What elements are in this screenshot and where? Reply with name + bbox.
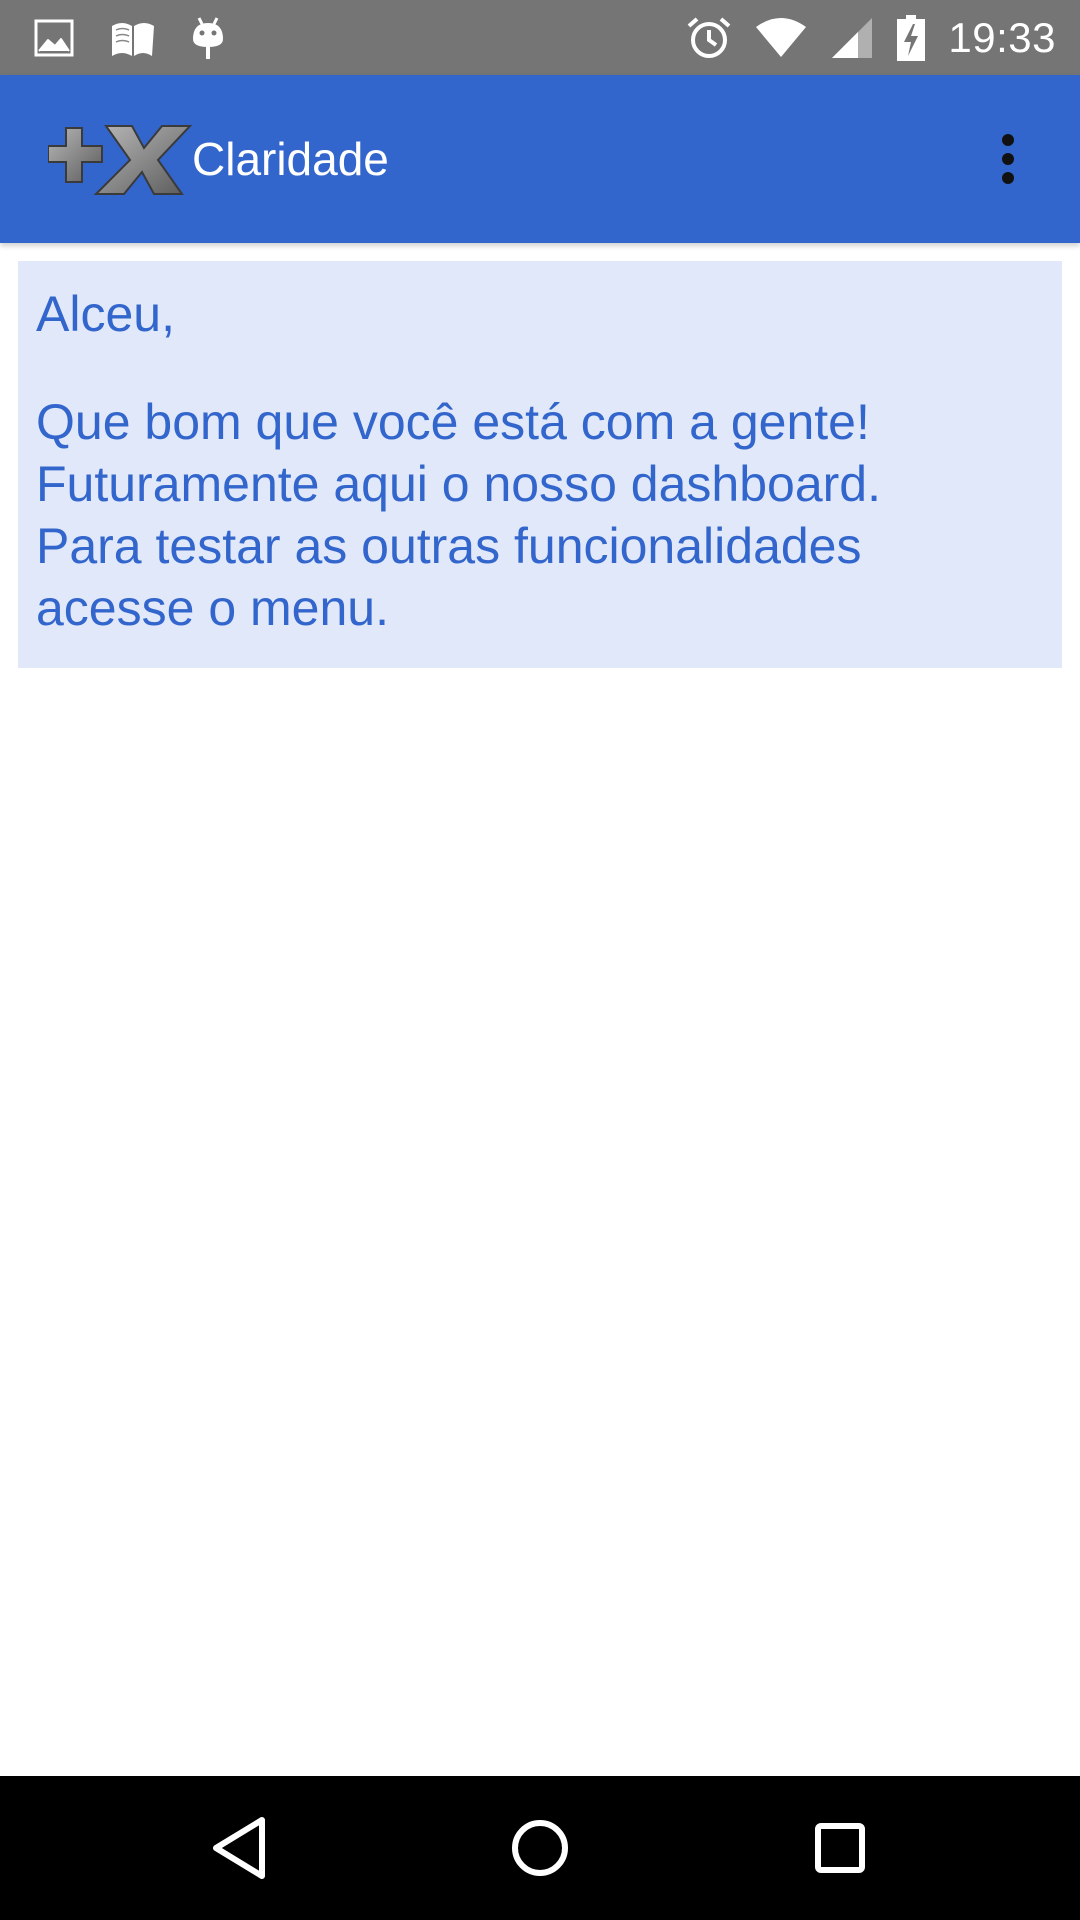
plus-x-logo (48, 125, 192, 195)
signal-icon (832, 18, 873, 58)
alarm-icon (688, 17, 731, 58)
status-system-icons: 19:33 (686, 10, 1056, 66)
home-icon (512, 1820, 568, 1876)
wifi-icon (756, 18, 807, 57)
overflow-menu-button[interactable] (960, 111, 1056, 207)
welcome-message-line: acesse o menu. (36, 580, 389, 636)
overflow-menu-icon (1002, 134, 1014, 184)
android-icon (193, 17, 223, 59)
welcome-card: Alceu, Que bom que você está com a gente… (18, 261, 1062, 668)
app-bar: Claridade (0, 75, 1080, 243)
status-time: 19:33 (948, 14, 1056, 61)
back-icon (213, 1817, 265, 1879)
battery-charging-icon (897, 15, 926, 61)
welcome-message-line: Que bom que você está com a gente! (36, 394, 870, 450)
welcome-message-line: Para testar as outras funcionalidades (36, 518, 862, 574)
app-title: Claridade (192, 133, 389, 185)
book-icon (112, 23, 154, 56)
recents-icon (815, 1823, 865, 1873)
image-icon (34, 19, 74, 57)
navigation-bar (0, 1776, 1080, 1920)
welcome-message-line: Futuramente aqui o nosso dashboard. (36, 456, 881, 512)
screen: 19:33 Claridade Alceu, Que bom que você … (0, 0, 1080, 1920)
greeting-text: Alceu, (36, 286, 175, 342)
back-button[interactable] (192, 1800, 288, 1896)
status-bar: 19:33 (0, 0, 1080, 75)
status-notification-icons (34, 14, 226, 62)
recents-button[interactable] (792, 1800, 888, 1896)
home-button[interactable] (492, 1800, 588, 1896)
